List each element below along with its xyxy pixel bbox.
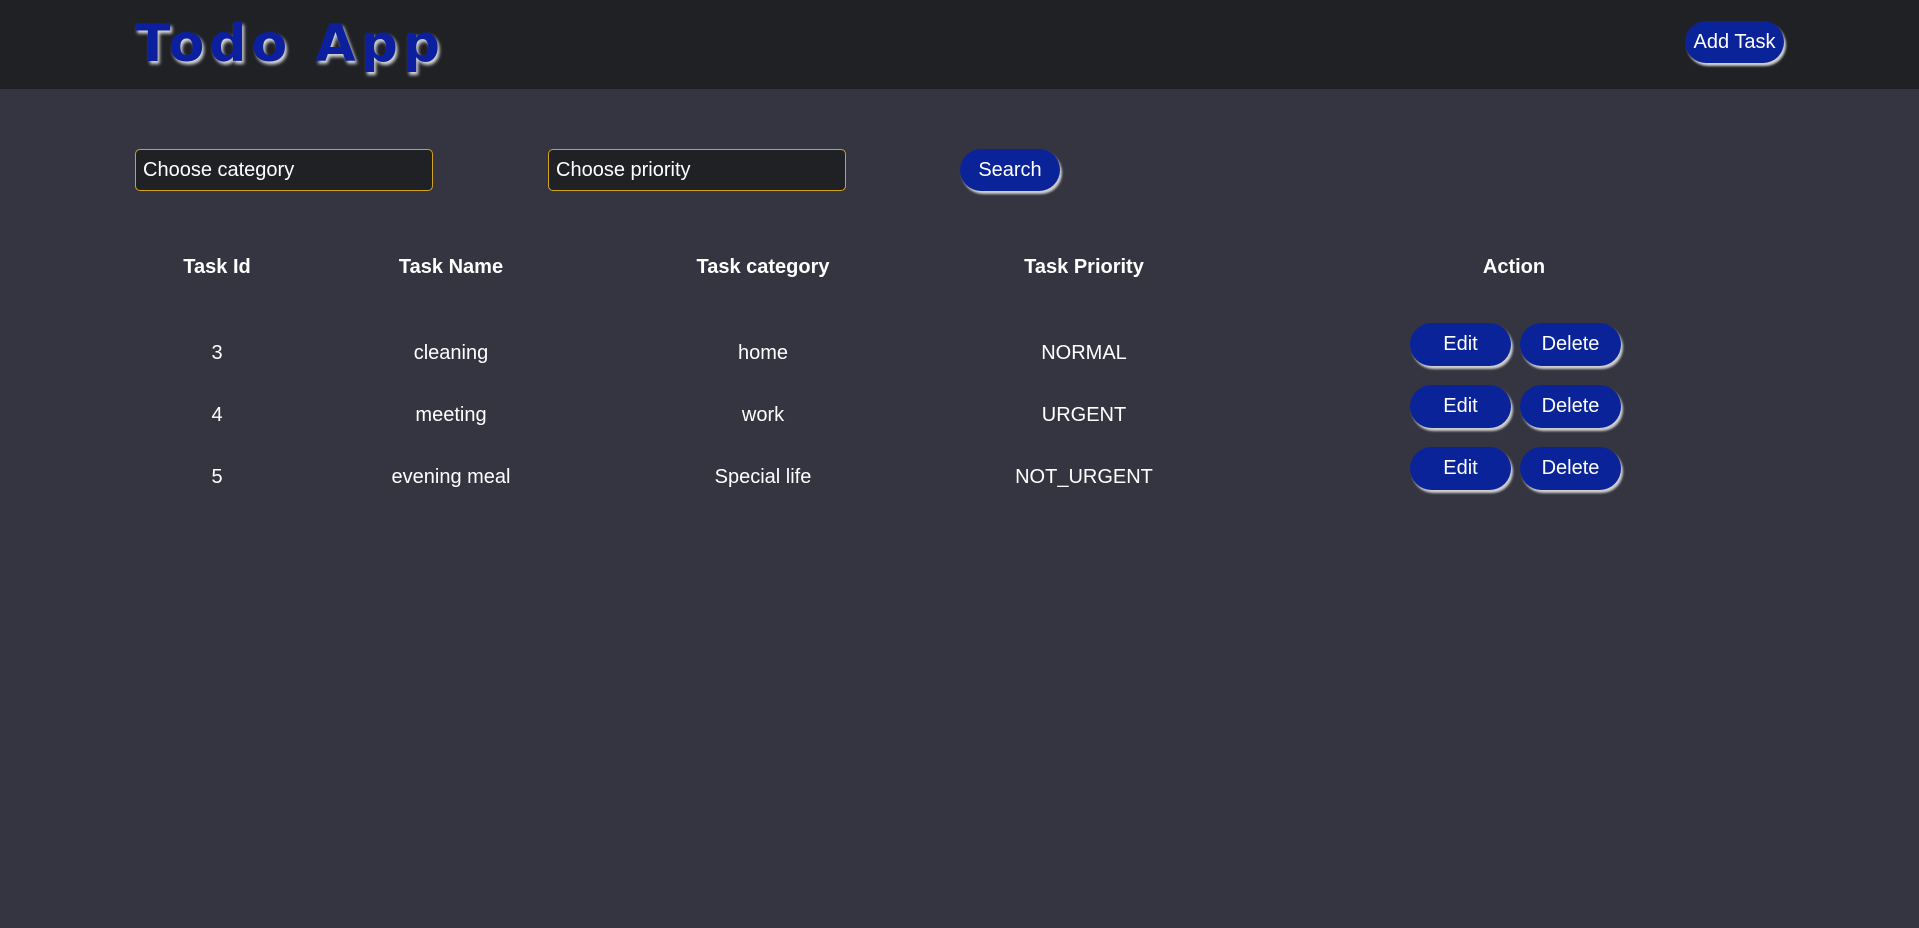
column-header-task-id: Task Id: [183, 256, 251, 278]
delete-button[interactable]: Delete: [1520, 447, 1621, 490]
search-button[interactable]: Search: [960, 149, 1060, 191]
priority-select[interactable]: Choose priority: [548, 149, 846, 191]
task-id-cell: 3: [211, 342, 223, 364]
task-priority-cell: NOT_URGENT: [1015, 466, 1153, 488]
task-id-cell: 4: [211, 404, 223, 426]
edit-button[interactable]: Edit: [1410, 447, 1511, 490]
category-select[interactable]: Choose category: [135, 149, 433, 191]
task-category-cell: home: [737, 342, 789, 364]
column-header-action: Action: [1482, 256, 1546, 278]
delete-button[interactable]: Delete: [1520, 385, 1621, 428]
add-task-button[interactable]: Add Task: [1685, 21, 1784, 63]
app-logo-title: Todo App: [135, 14, 446, 74]
edit-button[interactable]: Edit: [1410, 323, 1511, 366]
task-category-cell: work: [741, 404, 785, 426]
task-priority-cell: NORMAL: [1041, 342, 1127, 364]
top-navbar: Todo App Add Task: [0, 0, 1919, 89]
task-category-cell: Special life: [714, 466, 812, 488]
delete-button[interactable]: Delete: [1520, 323, 1621, 366]
task-priority-cell: URGENT: [1041, 404, 1127, 426]
edit-button[interactable]: Edit: [1410, 385, 1511, 428]
column-header-task-category: Task category: [696, 256, 830, 278]
task-name-cell: evening meal: [391, 466, 511, 488]
task-id-cell: 5: [211, 466, 223, 488]
column-header-task-name: Task Name: [398, 256, 504, 278]
column-header-task-priority: Task Priority: [1024, 256, 1144, 278]
task-name-cell: meeting: [415, 404, 487, 426]
task-name-cell: cleaning: [413, 342, 489, 364]
